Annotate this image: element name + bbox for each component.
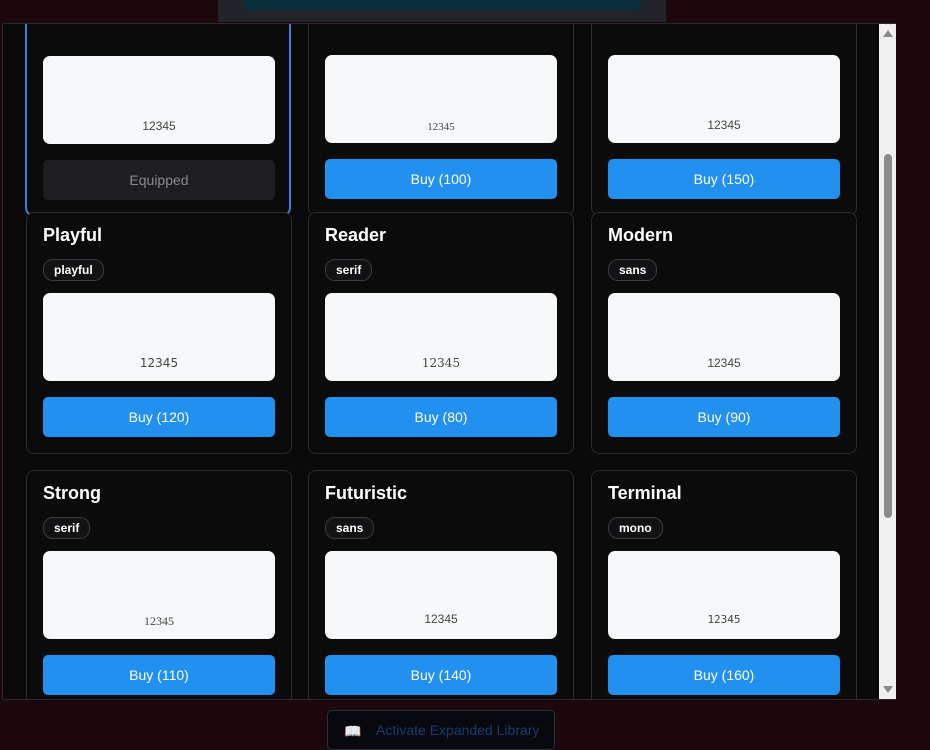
font-category-tag: playful <box>43 259 104 281</box>
font-card-terminal: Terminal mono 12345 Buy (160) <box>591 470 857 699</box>
font-card-strong: Strong serif 12345 Buy (110) <box>26 470 292 699</box>
preview-sample: 12345 <box>707 118 741 132</box>
top-banner-bar <box>243 0 641 10</box>
font-title: Terminal <box>608 483 682 503</box>
preview-sample: 12345 <box>707 356 741 370</box>
font-card: 12345 Buy (150) <box>591 24 857 216</box>
buy-button[interactable]: Buy (160) <box>608 655 840 695</box>
buy-button[interactable]: Buy (140) <box>325 655 557 695</box>
font-preview: 12345 <box>325 55 557 143</box>
vertical-scrollbar[interactable] <box>879 24 896 699</box>
preview-sample: 12345 <box>707 613 741 626</box>
font-title: Modern <box>608 225 673 245</box>
buy-button[interactable]: Buy (100) <box>325 159 557 199</box>
top-strip <box>218 0 666 22</box>
preview-sample: 12345 <box>424 612 458 626</box>
buy-button[interactable]: Buy (80) <box>325 397 557 437</box>
preview-sample: 12345 <box>421 356 461 370</box>
preview-sample: 12345 <box>142 119 176 133</box>
font-preview: 12345 <box>608 293 840 381</box>
font-preview: 12345 <box>325 551 557 639</box>
scrollbar-thumb[interactable] <box>884 154 892 518</box>
font-card-reader: Reader serif 12345 Buy (80) <box>308 212 574 454</box>
activate-label: Activate Expanded Library <box>376 722 540 738</box>
preview-sample: 12345 <box>427 121 455 133</box>
preview-sample: 12345 <box>144 614 174 628</box>
buy-button[interactable]: Buy (150) <box>608 159 840 199</box>
font-preview: 12345 <box>43 293 275 381</box>
font-category-tag: sans <box>325 517 375 539</box>
buy-button[interactable]: Buy (120) <box>43 397 275 437</box>
font-category-tag: serif <box>325 259 373 281</box>
buy-button[interactable]: Buy (90) <box>608 397 840 437</box>
font-preview: 12345 <box>608 55 840 143</box>
font-card-equipped: 12345 Equipped <box>25 24 291 216</box>
preview-sample: 12345 <box>139 356 179 370</box>
font-category-tag: mono <box>608 517 663 539</box>
font-shop-panel: 12345 Equipped 12345 Buy (100) 12345 Buy… <box>2 23 896 700</box>
font-preview: 12345 <box>608 551 840 639</box>
font-preview: 12345 <box>325 293 557 381</box>
book-icon: 📖 <box>344 723 362 739</box>
scroll-down-arrow-icon[interactable] <box>883 686 893 693</box>
font-card: 12345 Buy (100) <box>308 24 574 216</box>
font-title: Futuristic <box>325 483 408 503</box>
font-card-futuristic: Futuristic sans 12345 Buy (140) <box>308 470 574 699</box>
scroll-up-arrow-icon[interactable] <box>883 30 893 37</box>
font-category-tag: sans <box>608 259 658 281</box>
font-category-tag: serif <box>43 517 91 539</box>
equipped-button[interactable]: Equipped <box>43 160 275 200</box>
font-preview: 12345 <box>43 56 275 144</box>
font-title: Playful <box>43 225 103 245</box>
font-title: Reader <box>325 225 387 245</box>
font-card-modern: Modern sans 12345 Buy (90) <box>591 212 857 454</box>
font-card-playful: Playful playful 12345 Buy (120) <box>26 212 292 454</box>
activate-expanded-library-button[interactable]: 📖 Activate Expanded Library <box>327 710 555 750</box>
font-title: Strong <box>43 483 101 503</box>
buy-button[interactable]: Buy (110) <box>43 655 275 695</box>
font-preview: 12345 <box>43 551 275 639</box>
